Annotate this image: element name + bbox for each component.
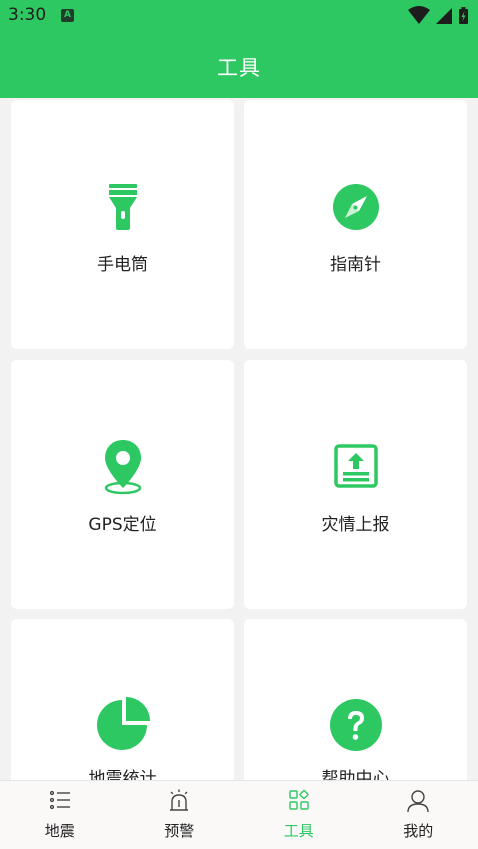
tool-label: 灾情上报 xyxy=(321,515,390,535)
notification-icon: A xyxy=(61,9,74,22)
app-bar: 工具 xyxy=(0,32,478,98)
help-icon xyxy=(329,699,382,751)
page-title: 工具 xyxy=(217,56,261,80)
tab-label: 工具 xyxy=(283,822,314,840)
tab-mine[interactable]: 我的 xyxy=(359,781,478,849)
tab-label: 地震 xyxy=(44,822,75,840)
bottom-tab-bar: 地震 预警 工具 我的 xyxy=(0,780,478,849)
tool-label: 指南针 xyxy=(330,255,381,275)
tab-warning[interactable]: 预警 xyxy=(120,781,240,849)
tools-grid[interactable]: 手电筒 指南针 GPS定位 灾情上报 地震统计 帮助中心 xyxy=(0,98,478,780)
tab-tools[interactable]: 工具 xyxy=(239,781,359,849)
tab-label: 预警 xyxy=(164,822,195,840)
tool-label: 地震统计 xyxy=(88,769,157,780)
wifi-icon xyxy=(408,6,430,24)
tool-tile-flashlight[interactable]: 手电筒 xyxy=(11,100,234,349)
status-bar: 3:30 A xyxy=(0,0,478,32)
tool-tile-help[interactable]: 帮助中心 xyxy=(244,619,467,780)
tool-label: 手电筒 xyxy=(97,255,148,275)
location-pin-icon xyxy=(104,440,141,494)
tool-tile-report[interactable]: 灾情上报 xyxy=(244,360,467,609)
person-icon xyxy=(407,790,429,813)
tools-grid-icon xyxy=(289,789,309,810)
tool-tile-gps[interactable]: GPS定位 xyxy=(11,360,234,609)
tool-label: 帮助中心 xyxy=(321,769,390,780)
list-icon xyxy=(49,790,70,810)
flashlight-icon xyxy=(108,184,137,230)
tab-label: 我的 xyxy=(403,822,434,840)
tool-tile-statistics[interactable]: 地震统计 xyxy=(11,619,234,780)
tool-tile-compass[interactable]: 指南针 xyxy=(244,100,467,349)
upload-report-icon xyxy=(333,444,378,488)
status-time: 3:30 xyxy=(8,5,47,25)
signal-icon xyxy=(436,8,452,24)
tab-earthquake[interactable]: 地震 xyxy=(0,781,120,849)
compass-icon xyxy=(332,184,379,230)
tool-label: GPS定位 xyxy=(88,515,157,535)
status-icons xyxy=(408,6,470,26)
battery-icon xyxy=(459,7,468,24)
alarm-icon xyxy=(170,789,189,811)
pie-chart-icon xyxy=(96,697,150,750)
